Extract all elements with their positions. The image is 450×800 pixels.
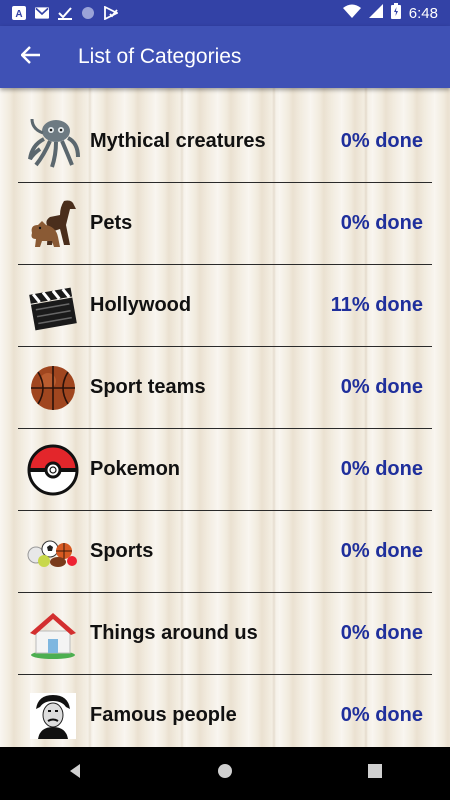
back-triangle-icon: [67, 763, 83, 784]
clock-time: 6:48: [408, 4, 438, 22]
a-badge-icon: A: [12, 6, 26, 20]
house-icon: [26, 607, 80, 661]
arrow-back-icon: [20, 45, 41, 69]
category-progress: 0% done: [340, 212, 423, 234]
category-progress: 0% done: [340, 622, 423, 644]
recents-square-icon: [368, 764, 382, 783]
wifi-icon: [342, 4, 361, 22]
category-row-sports[interactable]: Sports 0% done: [18, 511, 432, 593]
nav-recents-button[interactable]: [345, 747, 405, 800]
gmail-icon: [35, 6, 49, 20]
category-progress: 0% done: [340, 130, 423, 152]
category-progress: 0% done: [340, 376, 423, 398]
category-label: Sport teams: [90, 376, 206, 398]
circle-icon: [81, 6, 95, 20]
category-list: Mythical creatures 0% done Pets 0% done: [18, 101, 432, 747]
category-row-mythical-creatures[interactable]: Mythical creatures 0% done: [18, 101, 432, 183]
pokeball-icon: [26, 443, 80, 497]
system-icons: 6:48: [342, 3, 438, 23]
category-row-sport-teams[interactable]: Sport teams 0% done: [18, 347, 432, 429]
category-label: Mythical creatures: [90, 130, 266, 152]
category-list-container[interactable]: Mythical creatures 0% done Pets 0% done: [0, 88, 450, 747]
category-row-famous-people[interactable]: Famous people 0% done: [18, 675, 432, 747]
dogs-icon: [26, 197, 80, 251]
sports-balls-icon: [26, 525, 80, 579]
system-nav-bar: [0, 747, 450, 800]
status-bar: A 6:48: [0, 0, 450, 26]
category-label: Sports: [90, 540, 154, 562]
page-title: List of Categories: [78, 45, 242, 68]
category-progress: 0% done: [340, 458, 423, 480]
category-progress: 11% done: [330, 294, 423, 316]
play-check-icon: [104, 6, 118, 20]
category-label: Pets: [90, 212, 133, 234]
category-row-pokemon[interactable]: Pokemon 0% done: [18, 429, 432, 511]
app-bar: List of Categories: [0, 26, 450, 88]
octopus-icon: [26, 115, 80, 169]
cell-signal-icon: [368, 4, 383, 22]
category-progress: 0% done: [340, 540, 423, 562]
back-button[interactable]: [0, 26, 62, 88]
clapperboard-icon: [26, 279, 80, 333]
notification-icons: A: [12, 6, 118, 20]
category-progress: 0% done: [340, 704, 423, 726]
portrait-icon: [26, 689, 80, 743]
svg-text:A: A: [15, 9, 22, 20]
category-row-hollywood[interactable]: Hollywood 11% done: [18, 265, 432, 347]
category-row-things-around-us[interactable]: Things around us 0% done: [18, 593, 432, 675]
category-label: Pokemon: [90, 458, 181, 480]
nav-back-button[interactable]: [45, 747, 105, 800]
category-label: Hollywood: [90, 294, 192, 316]
category-row-pets[interactable]: Pets 0% done: [18, 183, 432, 265]
nav-home-button[interactable]: [195, 747, 255, 800]
basketball-icon: [26, 361, 80, 415]
category-label: Things around us: [90, 622, 258, 644]
category-label: Famous people: [90, 704, 237, 726]
home-circle-icon: [217, 763, 233, 784]
battery-icon: [390, 3, 401, 23]
checkmark-icon: [58, 6, 72, 20]
